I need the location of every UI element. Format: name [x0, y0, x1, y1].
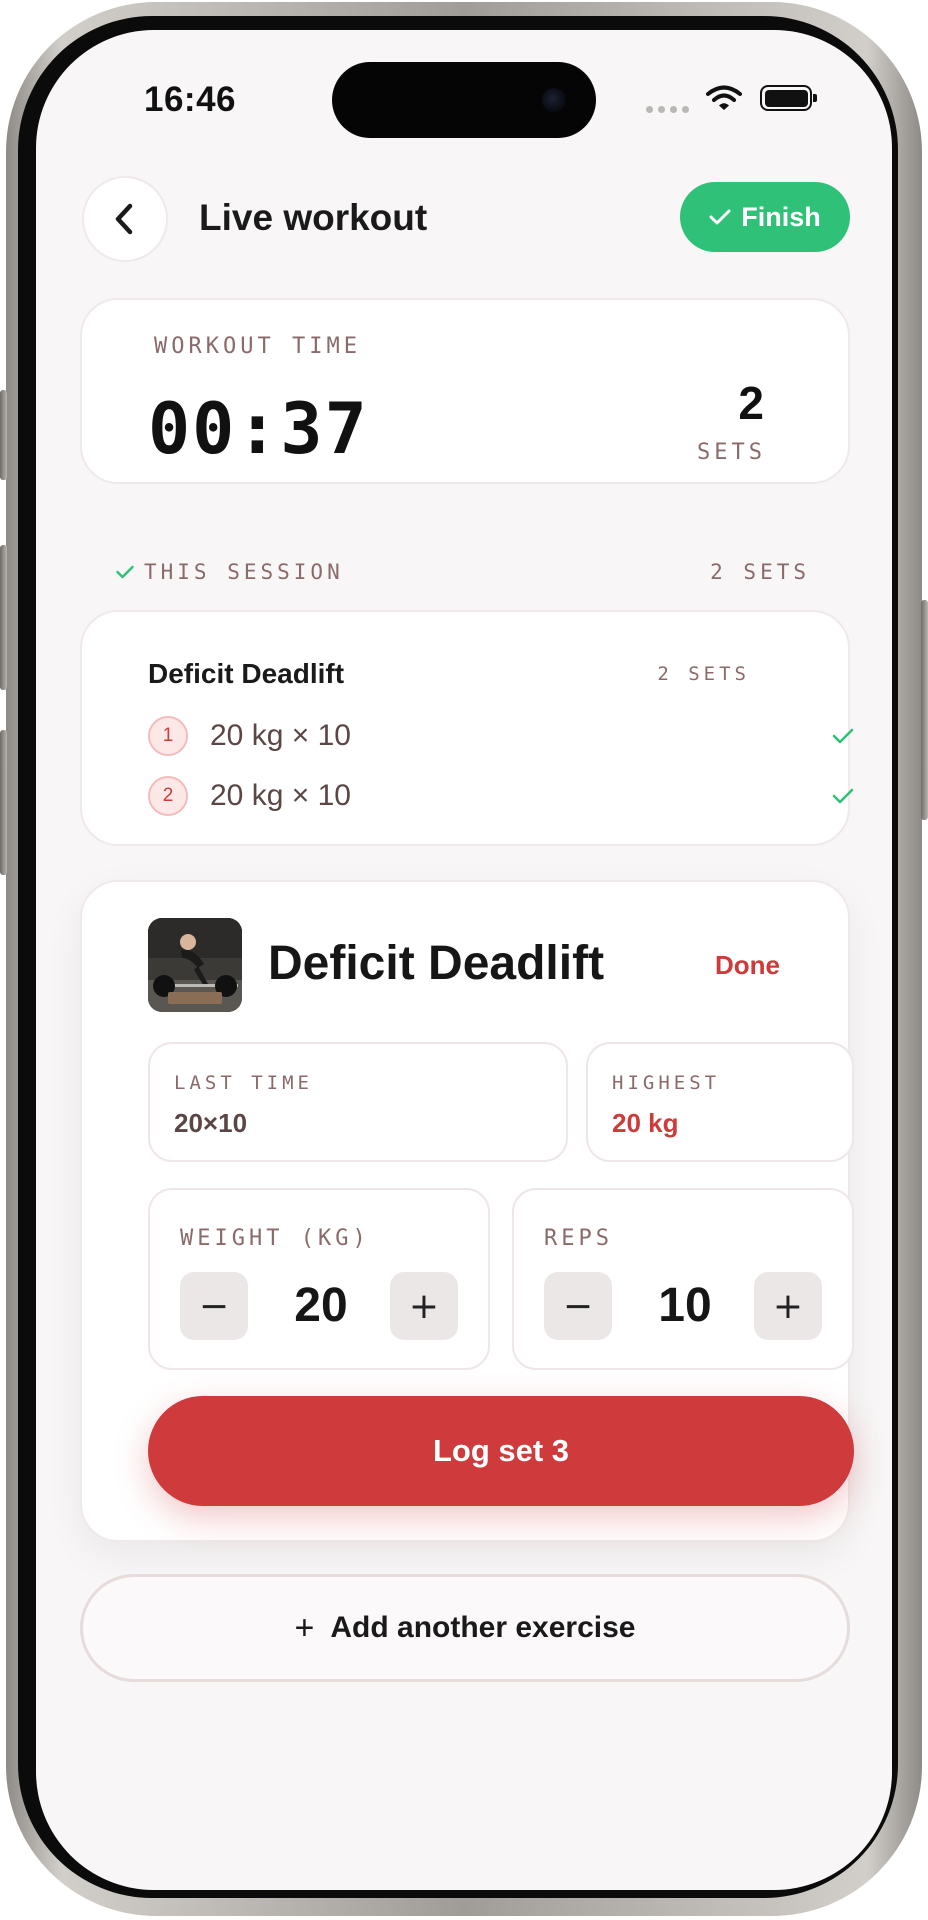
log-sets-count: 2 SETS [657, 663, 750, 685]
volume-down-button [0, 730, 7, 875]
chevron-left-icon [115, 203, 133, 235]
reps-value: 10 [658, 1279, 712, 1332]
reps-decrease-button[interactable]: − [544, 1272, 612, 1340]
highest-box: HIGHEST 20 kg [586, 1042, 854, 1162]
weight-value: 20 [294, 1279, 348, 1332]
sets-count: 2 [738, 377, 764, 429]
logged-set-row: 2 20 kg × 10 [148, 773, 854, 819]
logged-set-row: 1 20 kg × 10 [148, 713, 854, 759]
status-time: 16:46 [144, 80, 237, 119]
finish-label: Finish [741, 201, 821, 232]
last-time-value: 20×10 [174, 1108, 248, 1138]
log-set-button[interactable]: Log set 3 [148, 1396, 854, 1506]
session-heading: THIS SESSION [116, 560, 344, 584]
workout-time-label: WORKOUT TIME [154, 334, 361, 359]
check-icon [832, 788, 854, 804]
screen: 16:46 Live workout Finish WORKOUT TIME 0… [36, 30, 892, 1890]
check-icon [709, 209, 731, 225]
volume-up-button [0, 545, 7, 690]
check-icon [116, 565, 134, 579]
session-set-count: 2 SETS [710, 560, 810, 584]
power-button [921, 600, 928, 820]
wifi-icon [706, 84, 742, 117]
set-detail: 20 kg × 10 [210, 779, 351, 812]
camera-icon [542, 88, 566, 112]
dynamic-island [332, 62, 596, 138]
weight-decrease-button[interactable]: − [180, 1272, 248, 1340]
weight-label: WEIGHT (KG) [180, 1226, 370, 1251]
highest-label: HIGHEST [612, 1072, 721, 1094]
set-number-badge: 1 [148, 716, 188, 756]
set-number-badge: 2 [148, 776, 188, 816]
set-detail: 20 kg × 10 [210, 719, 351, 752]
signal-dots-icon [646, 106, 689, 113]
exercise-name: Deficit Deadlift [268, 937, 605, 990]
workout-time-value: 00:37 [148, 388, 369, 470]
sets-count-label: SETS [697, 440, 766, 465]
add-exercise-label: Add another exercise [330, 1611, 636, 1644]
add-exercise-button[interactable]: + Add another exercise [80, 1574, 850, 1682]
reps-label: REPS [544, 1226, 613, 1251]
done-button[interactable]: Done [715, 950, 780, 981]
session-label: THIS SESSION [144, 560, 344, 584]
weight-stepper: WEIGHT (KG) − 20 + [148, 1188, 490, 1370]
reps-stepper: REPS − 10 + [512, 1188, 854, 1370]
last-time-box: LAST TIME 20×10 [148, 1042, 568, 1162]
last-time-label: LAST TIME [174, 1072, 313, 1094]
reps-increase-button[interactable]: + [754, 1272, 822, 1340]
plus-icon: + [294, 1608, 315, 1647]
exercise-thumbnail [148, 918, 242, 1012]
log-exercise-name: Deficit Deadlift [148, 658, 345, 689]
back-button[interactable] [82, 176, 168, 262]
battery-icon [760, 85, 817, 111]
check-icon [832, 728, 854, 744]
weight-increase-button[interactable]: + [390, 1272, 458, 1340]
highest-value: 20 kg [612, 1108, 679, 1138]
finish-button[interactable]: Finish [680, 182, 850, 252]
page-title: Live workout [199, 197, 428, 238]
action-button [0, 390, 7, 480]
